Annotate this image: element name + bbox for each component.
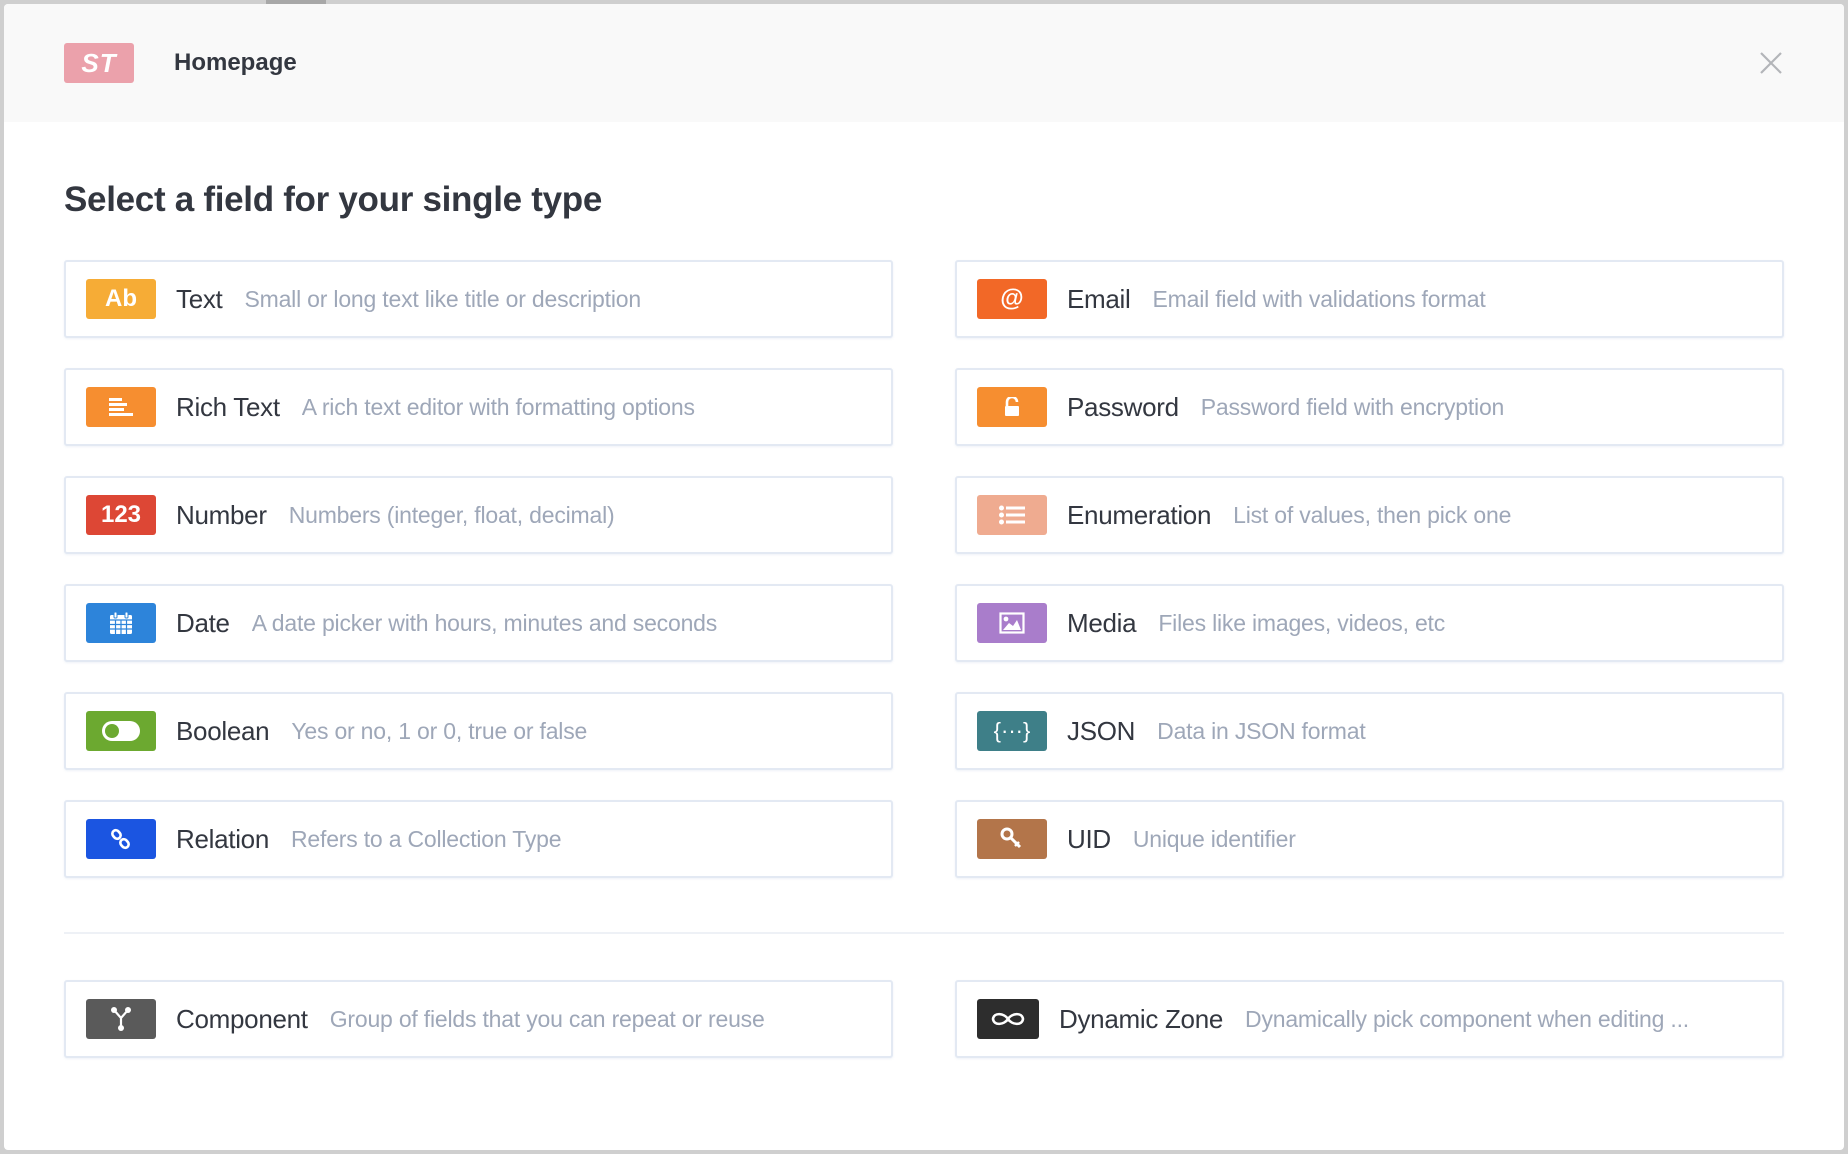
at-sign-icon: @ [977,279,1047,319]
field-description: Unique identifier [1132,825,1296,852]
field-option-json[interactable]: {···} JSON Data in JSON format [955,692,1784,770]
field-description: Password field with encryption [1200,393,1505,420]
field-option-date[interactable]: Date A date picker with hours, minutes a… [64,584,893,662]
field-description: A date picker with hours, minutes and se… [251,609,718,636]
calendar-icon [86,603,156,643]
field-name: Date [176,607,230,638]
field-option-component[interactable]: Component Group of fields that you can r… [64,980,893,1058]
field-description: Numbers (integer, float, decimal) [288,501,615,528]
close-icon [1760,52,1782,74]
field-name: Enumeration [1067,499,1212,530]
special-field-grid: Component Group of fields that you can r… [64,980,1784,1058]
icon-label: {···} [993,718,1031,743]
field-description: Yes or no, 1 or 0, true or false [291,717,588,744]
field-name: Dynamic Zone [1059,1003,1224,1034]
field-description: Data in JSON format [1157,717,1366,744]
image-icon [977,603,1047,643]
close-button[interactable] [1758,50,1784,76]
icon-label: @ [1000,285,1024,312]
field-description: Files like images, videos, etc [1158,609,1446,636]
icon-label: Ab [105,285,137,312]
component-icon [86,999,156,1039]
icon-label: 123 [100,501,142,528]
field-option-relation[interactable]: Relation Refers to a Collection Type [64,800,893,878]
field-type-modal: ST Homepage Select a field for your sing… [4,4,1844,1150]
infinity-icon [977,999,1039,1039]
modal-header: ST Homepage [4,4,1844,122]
field-name: Rich Text [176,391,280,422]
field-name: Email [1067,283,1131,314]
field-option-dynamic-zone[interactable]: Dynamic Zone Dynamically pick component … [955,980,1784,1058]
field-name: Boolean [176,715,270,746]
field-option-media[interactable]: Media Files like images, videos, etc [955,584,1784,662]
field-name: Number [176,499,267,530]
field-option-uid[interactable]: UID Unique identifier [955,800,1784,878]
field-name: Relation [176,823,269,854]
field-option-password[interactable]: Password Password field with encryption [955,368,1784,446]
field-name: JSON [1067,715,1136,746]
field-name: Component [176,1003,308,1034]
section-divider [64,932,1784,934]
text-ab-icon: Ab [86,279,156,319]
field-option-text[interactable]: Ab Text Small or long text like title or… [64,260,893,338]
modal-body: Select a field for your single type Ab T… [4,180,1844,1058]
field-description: List of values, then pick one [1233,501,1512,528]
field-description: Dynamically pick component when editing … [1245,1005,1689,1032]
json-braces-icon: {···} [977,711,1047,751]
field-description: Small or long text like title or descrip… [244,285,641,312]
field-option-email[interactable]: @ Email Email field with validations for… [955,260,1784,338]
field-description: Refers to a Collection Type [291,825,562,852]
key-icon [977,819,1047,859]
field-option-boolean[interactable]: Boolean Yes or no, 1 or 0, true or false [64,692,893,770]
field-description: Email field with validations format [1152,285,1486,312]
field-name: Media [1067,607,1137,638]
align-left-icon [86,387,156,427]
link-icon [86,819,156,859]
field-option-rich-text[interactable]: Rich Text A rich text editor with format… [64,368,893,446]
field-option-number[interactable]: 123 Number Numbers (integer, float, deci… [64,476,893,554]
field-description: A rich text editor with formatting optio… [301,393,695,420]
modal-title: Homepage [174,49,297,76]
field-option-enumeration[interactable]: Enumeration List of values, then pick on… [955,476,1784,554]
list-icon [977,495,1047,535]
single-type-badge: ST [64,43,134,83]
unlock-icon [977,387,1047,427]
field-name: Text [176,283,223,314]
field-type-grid: Ab Text Small or long text like title or… [64,260,1784,878]
field-name: Password [1067,391,1179,422]
number-123-icon: 123 [86,495,156,535]
toggle-icon [86,711,156,751]
field-name: UID [1067,823,1111,854]
section-title: Select a field for your single type [64,180,602,219]
field-description: Group of fields that you can repeat or r… [329,1005,765,1032]
